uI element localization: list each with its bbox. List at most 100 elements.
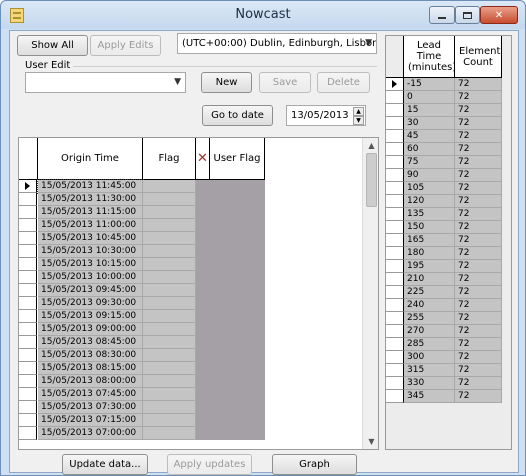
row-header[interactable]: [386, 351, 404, 364]
table-row[interactable]: 15/05/2013 11:30:00: [19, 193, 265, 206]
table-row[interactable]: 90 72: [386, 169, 502, 182]
user-flag-cell[interactable]: [196, 414, 265, 427]
origin-time-cell[interactable]: 15/05/2013 11:30:00: [38, 193, 143, 206]
element-count-cell[interactable]: 72: [455, 364, 502, 377]
row-header[interactable]: [19, 375, 37, 388]
user-flag-cell[interactable]: [196, 258, 265, 271]
flag-cell[interactable]: [143, 297, 196, 310]
user-flag-cell[interactable]: [196, 401, 265, 414]
user-flag-cell[interactable]: [196, 427, 265, 440]
table-row[interactable]: 60 72: [386, 143, 502, 156]
element-count-cell[interactable]: 72: [455, 273, 502, 286]
table-row[interactable]: 15/05/2013 09:30:00: [19, 297, 265, 310]
element-count-header[interactable]: Element Count: [455, 36, 502, 78]
lead-time-cell[interactable]: 225: [404, 286, 455, 299]
origin-grid-scrollbar[interactable]: ▲ ▼: [362, 138, 378, 449]
user-flag-cell[interactable]: [196, 180, 265, 193]
origin-time-cell[interactable]: 15/05/2013 10:45:00: [38, 232, 143, 245]
table-row[interactable]: 225 72: [386, 286, 502, 299]
row-header[interactable]: [19, 349, 37, 362]
element-count-cell[interactable]: 72: [455, 91, 502, 104]
element-count-cell[interactable]: 72: [455, 390, 502, 403]
row-header[interactable]: [386, 117, 404, 130]
scroll-thumb[interactable]: [366, 153, 377, 207]
origin-time-cell[interactable]: 15/05/2013 08:15:00: [38, 362, 143, 375]
table-row[interactable]: 15/05/2013 10:30:00: [19, 245, 265, 258]
origin-time-cell[interactable]: 15/05/2013 11:00:00: [38, 219, 143, 232]
flag-cell[interactable]: [143, 388, 196, 401]
row-header[interactable]: [19, 284, 37, 297]
scroll-down-icon[interactable]: ▼: [363, 434, 378, 448]
flag-cell[interactable]: [143, 349, 196, 362]
row-header[interactable]: [386, 208, 404, 221]
minimize-button[interactable]: [429, 6, 455, 24]
element-count-cell[interactable]: 72: [455, 221, 502, 234]
element-count-cell[interactable]: 72: [455, 156, 502, 169]
row-header[interactable]: [386, 299, 404, 312]
table-row[interactable]: 15/05/2013 10:00:00: [19, 271, 265, 284]
origin-time-grid[interactable]: Origin Time Flag ✕ User Flag 15/05/2013 …: [18, 137, 379, 450]
lead-time-cell[interactable]: 0: [404, 91, 455, 104]
row-header[interactable]: [386, 104, 404, 117]
flag-cell[interactable]: [143, 219, 196, 232]
lead-time-cell[interactable]: 15: [404, 104, 455, 117]
lead-time-cell[interactable]: -15: [404, 78, 455, 91]
table-row[interactable]: 15/05/2013 10:45:00: [19, 232, 265, 245]
table-row[interactable]: 15/05/2013 09:00:00: [19, 323, 265, 336]
table-row[interactable]: 15/05/2013 07:15:00: [19, 414, 265, 427]
element-count-cell[interactable]: 72: [455, 130, 502, 143]
flag-cell[interactable]: [143, 414, 196, 427]
element-count-cell[interactable]: 72: [455, 169, 502, 182]
table-row[interactable]: 15/05/2013 07:00:00: [19, 427, 265, 440]
lead-time-cell[interactable]: 270: [404, 325, 455, 338]
lead-time-cell[interactable]: 30: [404, 117, 455, 130]
row-header[interactable]: [386, 143, 404, 156]
lead-time-cell[interactable]: 300: [404, 351, 455, 364]
spin-down-icon[interactable]: ▼: [353, 116, 364, 125]
flag-header[interactable]: Flag: [143, 138, 196, 180]
row-header[interactable]: [19, 336, 37, 349]
table-row[interactable]: 15/05/2013 07:45:00: [19, 388, 265, 401]
row-header[interactable]: [386, 78, 404, 91]
user-flag-cell[interactable]: [196, 245, 265, 258]
date-spinner[interactable]: ▲ ▼: [353, 107, 364, 125]
lead-time-cell[interactable]: 75: [404, 156, 455, 169]
element-count-cell[interactable]: 72: [455, 104, 502, 117]
origin-time-cell[interactable]: 15/05/2013 07:45:00: [38, 388, 143, 401]
element-count-cell[interactable]: 72: [455, 182, 502, 195]
element-count-cell[interactable]: 72: [455, 377, 502, 390]
lead-time-cell[interactable]: 285: [404, 338, 455, 351]
user-flag-cell[interactable]: [196, 388, 265, 401]
table-row[interactable]: 330 72: [386, 377, 502, 390]
table-row[interactable]: 285 72: [386, 338, 502, 351]
lead-time-cell[interactable]: 150: [404, 221, 455, 234]
user-flag-cell[interactable]: [196, 375, 265, 388]
flag-cell[interactable]: [143, 193, 196, 206]
close-button[interactable]: ✕: [480, 6, 518, 24]
spin-up-icon[interactable]: ▲: [353, 107, 364, 116]
save-button[interactable]: Save: [259, 72, 311, 93]
user-edit-select[interactable]: ▼: [25, 72, 186, 93]
lead-time-cell[interactable]: 315: [404, 364, 455, 377]
origin-time-cell[interactable]: 15/05/2013 08:45:00: [38, 336, 143, 349]
table-row[interactable]: 0 72: [386, 91, 502, 104]
row-header[interactable]: [386, 325, 404, 338]
table-row[interactable]: 75 72: [386, 156, 502, 169]
flag-cell[interactable]: [143, 232, 196, 245]
user-flag-cell[interactable]: [196, 271, 265, 284]
row-header[interactable]: [19, 180, 37, 193]
table-row[interactable]: 15 72: [386, 104, 502, 117]
table-row[interactable]: 15/05/2013 08:00:00: [19, 375, 265, 388]
element-count-cell[interactable]: 72: [455, 286, 502, 299]
row-header[interactable]: [19, 401, 37, 414]
table-row[interactable]: 210 72: [386, 273, 502, 286]
user-flag-cell[interactable]: [196, 284, 265, 297]
row-header[interactable]: [386, 247, 404, 260]
table-row[interactable]: 30 72: [386, 117, 502, 130]
row-header[interactable]: [19, 271, 37, 284]
user-flag-cell[interactable]: [196, 193, 265, 206]
lead-time-header[interactable]: Lead Time (minutes): [404, 36, 456, 78]
origin-time-cell[interactable]: 15/05/2013 09:00:00: [38, 323, 143, 336]
row-header[interactable]: [386, 286, 404, 299]
table-row[interactable]: 150 72: [386, 221, 502, 234]
